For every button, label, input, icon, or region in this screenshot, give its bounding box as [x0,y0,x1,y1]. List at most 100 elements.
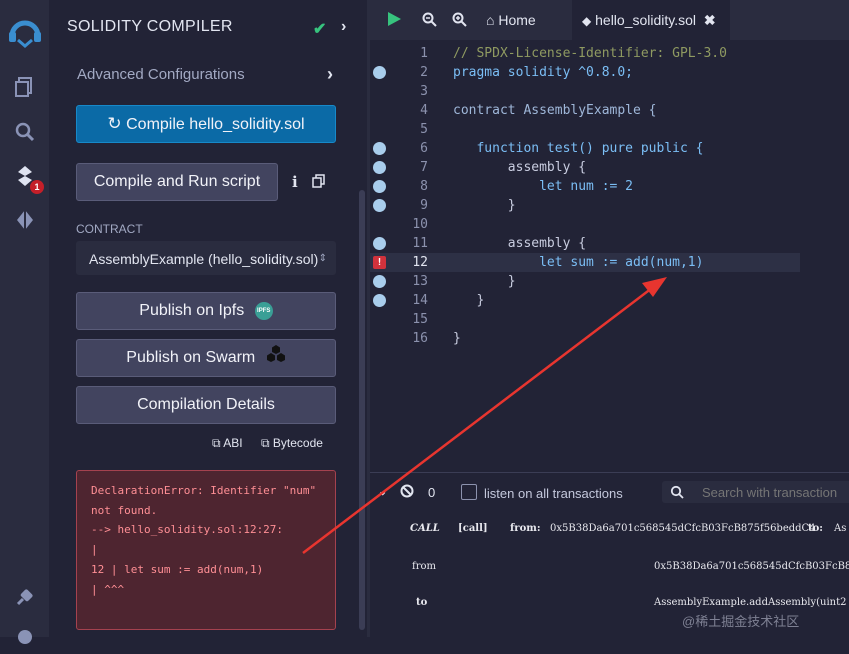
line-code: assembly { [453,236,587,251]
compile-button[interactable]: ↻ Compile hello_solidity.sol [76,105,336,143]
publish-ipfs-label: Publish on Ipfs [139,302,245,319]
line-number: 10 [412,217,428,232]
tab-home-label: Home [498,12,536,28]
line-code: assembly { [453,160,587,175]
listen-checkbox[interactable] [461,484,477,500]
info-icon[interactable]: i [292,173,298,191]
error-line: 12 | let sum := add(num,1) [91,562,264,576]
collapse-terminal-icon[interactable]: ⌄ [378,485,387,498]
bytecode-label: Bytecode [272,436,323,450]
contract-label: CONTRACT [76,222,143,236]
line-code: // SPDX-License-Identifier: GPL-3.0 [453,46,727,61]
pending-tx-count: 0 [428,485,436,500]
detail-to-key: to [416,597,428,608]
icon-bar: 1 [0,0,49,644]
line-code: pragma solidity ^0.8.0; [453,65,634,80]
error-line: not found. [91,503,158,517]
code-line: 3 [370,82,800,101]
clear-console-icon[interactable] [400,484,414,503]
terminal-search-icon[interactable] [662,481,692,503]
line-code: function test() pure public { [453,141,704,156]
call-tag: CALL [410,523,440,534]
line-number: 5 [420,122,428,137]
tab-home[interactable]: ⌂ Home [474,0,576,40]
bytecode-copy-icon: ⧉ [261,436,270,450]
copy-icon[interactable] [312,174,325,193]
success-check-icon: ✔ [313,21,327,38]
line-code: } [453,293,485,308]
line-code: let num := 2 [453,179,634,194]
error-line: DeclarationError: Identifier "num" [91,484,317,497]
line-number: 2 [420,65,428,80]
line-number: 9 [420,198,428,213]
contract-select-value: AssemblyExample (hello_solidity.sol) [89,251,319,267]
code-line: 7 assembly { [370,158,800,177]
line-code: let sum := add(num,1) [453,255,704,270]
line-code: contract AssemblyExample { [453,103,657,118]
home-icon: ⌂ [486,12,495,28]
solidity-file-icon: ◆ [582,14,592,28]
compile-button-label: Compile hello_solidity.sol [126,116,305,133]
code-line: 1 // SPDX-License-Identifier: GPL-3.0 [370,44,800,63]
line-number: 8 [420,179,428,194]
zoom-out-icon[interactable] [422,12,437,32]
line-code: } [453,198,516,213]
line-number: 3 [420,84,428,99]
code-line: 11 assembly { [370,234,800,253]
abi-copy-icon: ⧉ [212,436,221,450]
detail-from-value: 0x5B38Da6a701c568545dCfcB03FcB875f56 [654,561,849,572]
call-to-value: As [834,523,847,534]
line-number: 1 [420,46,428,61]
advanced-configurations[interactable]: Advanced Configurations [77,66,245,83]
line-code: } [453,274,516,289]
chevron-right-icon[interactable]: › [341,18,346,36]
watermark: @稀土掘金技术社区 [682,614,800,629]
code-line: 5 [370,120,800,139]
editor: ⌂ Home ◆ hello_solidity.sol ✖ 1 // SPDX-L… [370,0,849,472]
bytecode-button[interactable]: ⧉ Bytecode [261,436,323,451]
refresh-icon: ↻ [107,114,122,133]
call-from-label: from: [510,523,541,534]
plugin-manager-icon[interactable] [0,586,49,614]
search-icon[interactable] [0,121,49,149]
settings-icon[interactable] [0,626,49,654]
publish-ipfs-button[interactable]: Publish on Ipfs IPFS [76,292,336,330]
publish-swarm-button[interactable]: Publish on Swarm [76,339,336,377]
close-tab-icon[interactable]: ✖ [704,12,716,28]
code-line-current: ! 12 let sum := add(num,1) [370,253,800,272]
remix-logo-icon[interactable] [4,10,46,52]
code-line: 9 } [370,196,800,215]
code-line: 14 } [370,291,800,310]
advanced-chevron-icon[interactable]: › [327,64,333,85]
terminal: ⌄ 0 listen on all transactions CALL [cal… [370,472,849,638]
abi-label: ABI [223,436,243,450]
compile-run-button[interactable]: Compile and Run script [76,163,278,201]
panel-title: SOLIDITY COMPILER [67,18,233,35]
panel-scrollbar[interactable] [359,190,365,630]
contract-select[interactable]: AssemblyExample (hello_solidity.sol) ⇕ [76,241,336,275]
compiler-panel: SOLIDITY COMPILER ✔ › Advanced Configura… [49,0,367,637]
error-line: | [91,543,98,557]
error-line: --> hello_solidity.sol:12:27: [91,523,284,537]
run-icon[interactable] [386,11,402,32]
code-line: 16} [370,329,800,348]
listen-label: listen on all transactions [484,486,623,501]
line-number: 14 [412,293,428,308]
call-kind: [call] [458,523,488,534]
code-line: 15 [370,310,800,329]
tab-file[interactable]: ◆ hello_solidity.sol ✖ [572,0,730,40]
file-explorer-icon[interactable] [0,76,49,104]
zoom-in-icon[interactable] [452,12,467,32]
tab-file-label: hello_solidity.sol [595,12,697,28]
publish-swarm-label: Publish on Swarm [126,349,256,367]
line-code: } [453,331,461,346]
ipfs-icon: IPFS [254,301,273,320]
line-number: 6 [420,141,428,156]
call-from-address: 0x5B38Da6a701c568545dCfcB03FcB875f56bedd… [550,523,816,534]
abi-button[interactable]: ⧉ ABI [212,436,243,451]
code-line: 2 pragma solidity ^0.8.0; [370,63,800,82]
deploy-icon[interactable] [0,208,49,238]
compilation-details-button[interactable]: Compilation Details [76,386,336,424]
line-number: 7 [420,160,428,175]
terminal-search-input[interactable] [692,481,849,503]
